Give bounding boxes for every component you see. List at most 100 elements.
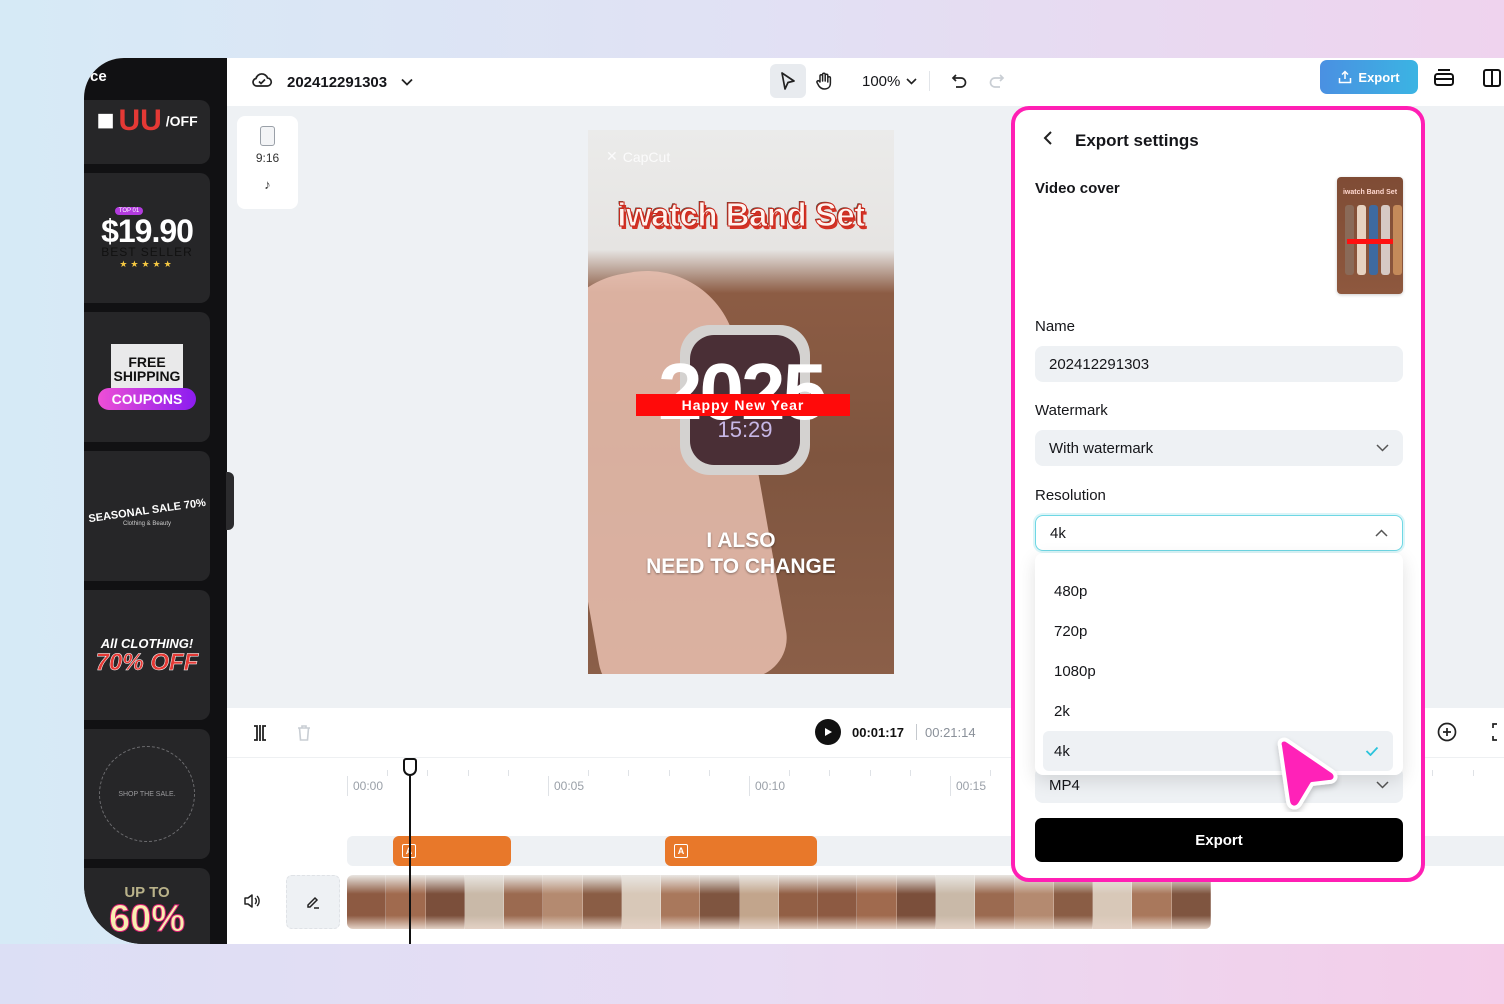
capcut-watermark: ✕ CapCut	[606, 148, 671, 165]
panel-toggle-button[interactable]	[1480, 66, 1504, 90]
chevron-down-icon	[1376, 444, 1389, 452]
video-frame-thumbnail	[1171, 875, 1211, 929]
chevron-down-icon	[1376, 781, 1389, 789]
video-frame-thumbnail	[1132, 875, 1172, 929]
video-frame-thumbnail	[464, 875, 505, 929]
video-cover-thumbnail[interactable]: iwatch Band Set	[1337, 177, 1403, 294]
speaker-icon	[244, 894, 260, 908]
time-divider	[916, 724, 917, 740]
sticker-shop-the-sale[interactable]: SHOP THE SALE.	[84, 729, 210, 859]
video-preview[interactable]: ✕ CapCut iwatch Band Set 15:29 2025 Happ…	[588, 130, 894, 674]
ruler-tick	[1472, 770, 1474, 776]
ruler-tick	[507, 770, 509, 776]
chevron-down-icon[interactable]	[401, 73, 413, 91]
ruler-tick	[869, 770, 871, 776]
redo-icon	[990, 74, 1005, 88]
project-title-area[interactable]: 202412291303	[251, 58, 413, 106]
trash-icon	[298, 725, 310, 741]
video-frame-thumbnail	[661, 875, 701, 929]
watermark-select[interactable]: With watermark	[1035, 430, 1403, 466]
name-input[interactable]: 202412291303	[1035, 346, 1403, 382]
ruler-tick	[467, 770, 469, 776]
cloud-saved-icon	[251, 70, 273, 95]
zoom-select[interactable]: 100%	[862, 73, 917, 90]
name-label: Name	[1035, 318, 1076, 335]
video-frame-thumbnail	[700, 875, 740, 929]
sticker-sidebar: ce ■ UU /OFF TOP 01 $19.90 BEST SELLER ★…	[84, 58, 227, 944]
export-button[interactable]: Export	[1035, 818, 1403, 862]
resolution-option-1080p[interactable]: 1080p	[1043, 651, 1393, 691]
ruler-tick	[829, 770, 831, 776]
top-bar: 202412291303 100% Export	[227, 58, 1504, 106]
video-frame-thumbnail	[621, 875, 662, 929]
redo-button[interactable]	[978, 64, 1014, 98]
ruler-label: 00:05	[548, 776, 584, 796]
export-settings-panel: Export settings Video cover iwatch Band …	[1011, 106, 1425, 882]
sticker-up-to-60[interactable]: UP TO 60%	[84, 868, 210, 944]
split-button[interactable]	[251, 723, 269, 748]
ruler-tick	[1432, 770, 1434, 776]
video-frame-thumbnail	[857, 875, 897, 929]
resolution-option-480p[interactable]: 480p	[1043, 571, 1393, 611]
video-frame-thumbnail	[425, 875, 465, 929]
preview-headline: iwatch Band Set	[617, 196, 866, 234]
video-frame-thumbnail	[896, 875, 936, 929]
play-button[interactable]	[815, 719, 841, 745]
resolution-select[interactable]: 4k	[1035, 515, 1403, 551]
ruler-tick	[427, 770, 429, 776]
export-top-button[interactable]: Export	[1320, 60, 1418, 94]
delete-button[interactable]	[295, 723, 313, 748]
sidebar-collapse-handle[interactable]	[226, 472, 234, 530]
divider	[929, 71, 931, 91]
undo-button[interactable]	[942, 64, 978, 98]
resolution-dropdown: 480p 720p 1080p 2k 4k	[1035, 553, 1403, 775]
sticker-free-shipping[interactable]: FREE SHIPPING COUPONS	[84, 312, 210, 442]
plus-circle-icon	[1437, 722, 1457, 742]
resolution-label: Resolution	[1035, 487, 1106, 504]
select-tool-button[interactable]	[770, 64, 806, 98]
mute-button[interactable]	[243, 893, 261, 914]
split-icon	[254, 725, 266, 741]
ruler-label: 00:00	[347, 776, 383, 796]
playhead-line[interactable]	[409, 760, 411, 944]
cursor-pointer-icon	[1277, 737, 1338, 810]
preview-year: 2025	[658, 347, 827, 436]
video-track[interactable]	[347, 875, 1211, 929]
undo-icon	[952, 74, 967, 88]
pointer-icon	[781, 72, 795, 90]
sticker-best-seller[interactable]: TOP 01 $19.90 BEST SELLER ★★★★★	[84, 173, 210, 303]
aspect-ratio-card[interactable]: 9:16 ♪	[237, 116, 298, 209]
text-clip[interactable]: A	[665, 836, 817, 866]
video-frame-thumbnail	[778, 875, 819, 929]
layers-button[interactable]	[1432, 66, 1456, 90]
preview-caption: I ALSO NEED TO CHANGE	[646, 529, 836, 578]
video-frame-thumbnail	[975, 875, 1015, 929]
video-frame-thumbnail	[504, 875, 544, 929]
video-frame-thumbnail	[739, 875, 779, 929]
back-button[interactable]	[1043, 130, 1053, 151]
zoom-in-timeline-button[interactable]	[1436, 721, 1458, 748]
fullscreen-icon	[1492, 723, 1497, 741]
tiktok-icon: ♪	[264, 177, 271, 192]
chevron-down-icon	[906, 77, 917, 85]
ruler-tick	[708, 770, 710, 776]
video-frame-thumbnail	[543, 875, 583, 929]
sticker-all-clothing[interactable]: All CLOTHING! 70% OFF	[84, 590, 210, 720]
total-time: 00:21:14	[925, 725, 976, 740]
resolution-option-2k[interactable]: 2k	[1043, 691, 1393, 731]
chevron-up-icon	[1375, 529, 1388, 537]
play-icon	[825, 728, 832, 736]
sticker-seasonal-sale[interactable]: SEASONAL SALE 70% Clothing & Beauty	[84, 451, 210, 581]
edit-cover-button[interactable]	[286, 875, 340, 929]
capcut-logo-icon: ✕	[606, 148, 618, 164]
playhead-handle[interactable]	[403, 758, 417, 776]
resolution-option-720p[interactable]: 720p	[1043, 611, 1393, 651]
ruler-tick	[387, 770, 389, 776]
export-panel-title: Export settings	[1075, 130, 1199, 150]
hand-tool-button[interactable]	[806, 64, 842, 98]
ruler-tick	[909, 770, 911, 776]
split-panel-icon	[1483, 69, 1501, 87]
fullscreen-button[interactable]	[1490, 721, 1504, 748]
sticker-500-off[interactable]: ■ UU /OFF	[84, 100, 210, 164]
video-frame-thumbnail	[1014, 875, 1054, 929]
